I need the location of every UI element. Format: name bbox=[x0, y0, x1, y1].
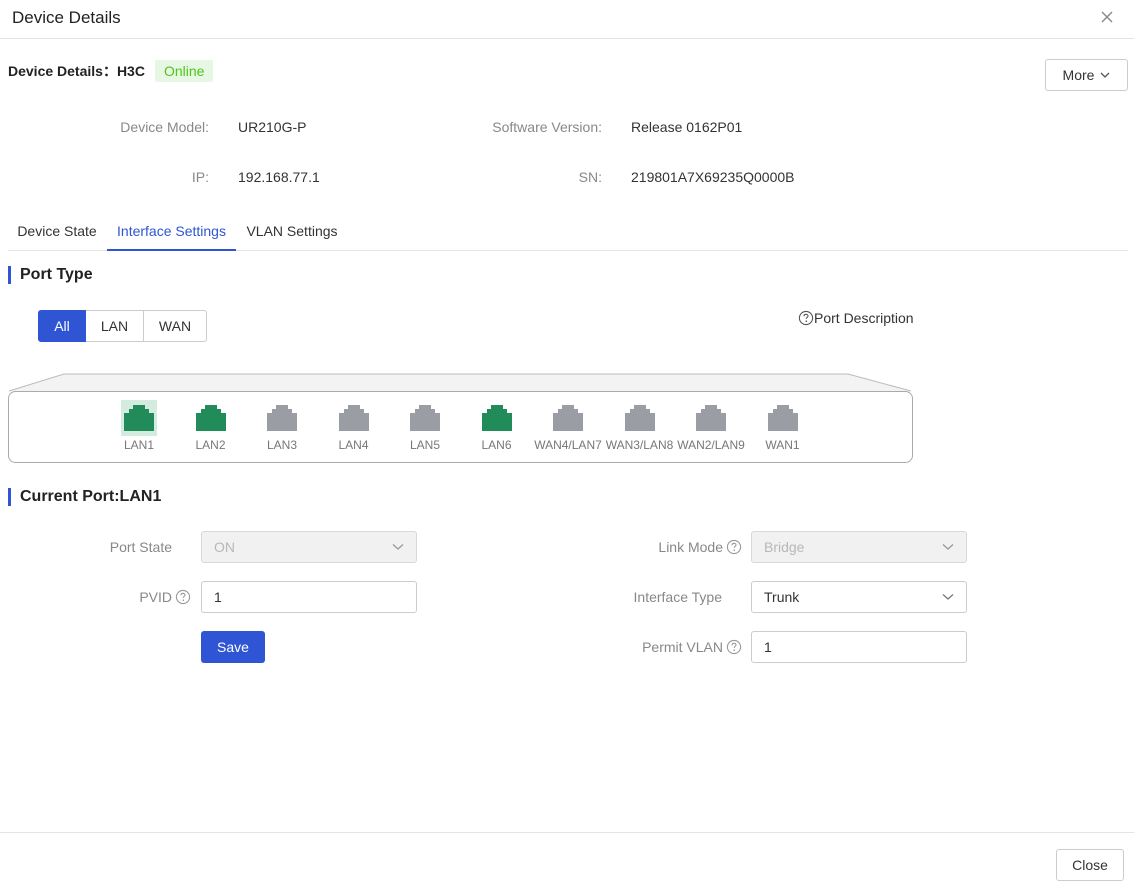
port-label: LAN1 bbox=[123, 438, 155, 452]
ethernet-port-icon bbox=[264, 400, 300, 436]
port-label: LAN5 bbox=[409, 438, 441, 452]
close-icon[interactable] bbox=[1098, 8, 1116, 26]
modal-header: Device Details bbox=[0, 0, 1134, 39]
chevron-down-icon bbox=[1100, 72, 1110, 78]
device-model-value: UR210G-P bbox=[238, 119, 307, 135]
ethernet-port-icon bbox=[765, 400, 801, 436]
close-button[interactable]: Close bbox=[1056, 849, 1124, 881]
chevron-down-icon bbox=[392, 544, 404, 550]
port-description-label: Port Description bbox=[814, 310, 914, 326]
port-lan2[interactable]: LAN2 bbox=[175, 400, 247, 452]
ethernet-port-icon bbox=[622, 400, 658, 436]
port-wan3-lan8[interactable]: WAN3/LAN8 bbox=[604, 400, 676, 452]
filter-wan-button[interactable]: WAN bbox=[144, 310, 207, 342]
current-port-title: Current Port:LAN1 bbox=[8, 488, 161, 506]
ethernet-port-icon bbox=[121, 400, 157, 436]
sn-value: 219801A7X69235Q0000B bbox=[631, 169, 795, 185]
permit-vlan-input[interactable]: 1 bbox=[751, 631, 967, 663]
save-button[interactable]: Save bbox=[201, 631, 265, 663]
port-label: WAN3/LAN8 bbox=[605, 438, 674, 452]
interface-type-select[interactable]: Trunk bbox=[751, 581, 967, 613]
port-wan1[interactable]: WAN1 bbox=[747, 400, 819, 452]
port-type-title: Port Type bbox=[8, 266, 93, 284]
filter-all-button[interactable]: All bbox=[38, 310, 86, 342]
chevron-down-icon bbox=[942, 594, 954, 600]
port-state-label: Port State bbox=[60, 539, 172, 555]
ethernet-port-icon bbox=[193, 400, 229, 436]
device-title-row: Device Details：H3C Online bbox=[8, 59, 214, 83]
link-mode-label-text: Link Mode bbox=[658, 539, 723, 555]
tab-vlan-settings[interactable]: VLAN Settings bbox=[237, 213, 347, 251]
interface-type-label-text: Interface Type bbox=[633, 589, 722, 605]
permit-vlan-value: 1 bbox=[764, 639, 772, 655]
port-label: LAN2 bbox=[195, 438, 226, 452]
port-label: WAN4/LAN7 bbox=[534, 438, 602, 452]
help-circle-icon[interactable] bbox=[175, 589, 191, 605]
port-state-label-text: Port State bbox=[109, 539, 172, 555]
pvid-value: 1 bbox=[214, 589, 222, 605]
port-label: LAN6 bbox=[481, 438, 512, 452]
pvid-input[interactable]: 1 bbox=[201, 581, 417, 613]
ethernet-port-icon bbox=[407, 400, 443, 436]
chevron-down-icon bbox=[942, 544, 954, 550]
link-mode-select[interactable]: Bridge bbox=[751, 531, 967, 563]
more-button-label: More bbox=[1062, 67, 1095, 83]
tab-device-state[interactable]: Device State bbox=[8, 213, 106, 251]
interface-type-value: Trunk bbox=[764, 589, 800, 605]
port-lan5[interactable]: LAN5 bbox=[389, 400, 461, 452]
pvid-label-text: PVID bbox=[139, 589, 172, 605]
port-label: WAN2/LAN9 bbox=[677, 438, 745, 452]
tab-bar: Device State Interface Settings VLAN Set… bbox=[8, 213, 1128, 251]
port-lan3[interactable]: LAN3 bbox=[246, 400, 318, 452]
port-label: LAN4 bbox=[338, 438, 369, 452]
port-type-filter: All LAN WAN bbox=[38, 310, 207, 342]
sn-label: SN: bbox=[578, 169, 602, 185]
software-version-value: Release 0162P01 bbox=[631, 119, 743, 135]
ip-value: 192.168.77.1 bbox=[238, 169, 320, 185]
device-title: Device Details：H3C bbox=[8, 63, 145, 79]
ethernet-port-icon bbox=[693, 400, 729, 436]
modal-title: Device Details bbox=[12, 8, 121, 27]
port-description-link[interactable]: Port Description bbox=[798, 310, 914, 326]
ethernet-port-icon bbox=[336, 400, 372, 436]
interface-type-label: Interface Type bbox=[560, 589, 722, 605]
port-wan2-lan9[interactable]: WAN2/LAN9 bbox=[675, 400, 747, 452]
link-mode-label: Link Mode bbox=[560, 539, 742, 555]
port-label: LAN3 bbox=[266, 438, 298, 452]
status-badge: Online bbox=[154, 60, 214, 82]
port-state-value: ON bbox=[214, 539, 235, 555]
permit-vlan-label-text: Permit VLAN bbox=[642, 639, 723, 655]
more-button[interactable]: More bbox=[1045, 59, 1128, 91]
modal-footer: Close bbox=[0, 832, 1134, 890]
help-circle-icon bbox=[798, 310, 814, 326]
help-circle-icon[interactable] bbox=[726, 639, 742, 655]
ip-label: IP: bbox=[191, 169, 209, 185]
software-version-label: Software Version: bbox=[492, 119, 602, 135]
filter-lan-button[interactable]: LAN bbox=[86, 310, 144, 342]
port-lan6[interactable]: LAN6 bbox=[461, 400, 533, 452]
ethernet-port-icon bbox=[550, 400, 586, 436]
tab-interface-settings[interactable]: Interface Settings bbox=[107, 213, 236, 251]
permit-vlan-label: Permit VLAN bbox=[560, 639, 742, 655]
port-wan4-lan7[interactable]: WAN4/LAN7 bbox=[532, 400, 604, 452]
help-circle-icon[interactable] bbox=[726, 539, 742, 555]
port-lan4[interactable]: LAN4 bbox=[318, 400, 390, 452]
link-mode-value: Bridge bbox=[764, 539, 805, 555]
port-label: WAN1 bbox=[765, 438, 800, 452]
port-lan1[interactable]: LAN1 bbox=[103, 400, 175, 452]
device-model-label: Device Model: bbox=[120, 119, 209, 135]
port-state-select[interactable]: ON bbox=[201, 531, 417, 563]
ethernet-port-icon bbox=[479, 400, 515, 436]
pvid-label: PVID bbox=[60, 589, 191, 605]
